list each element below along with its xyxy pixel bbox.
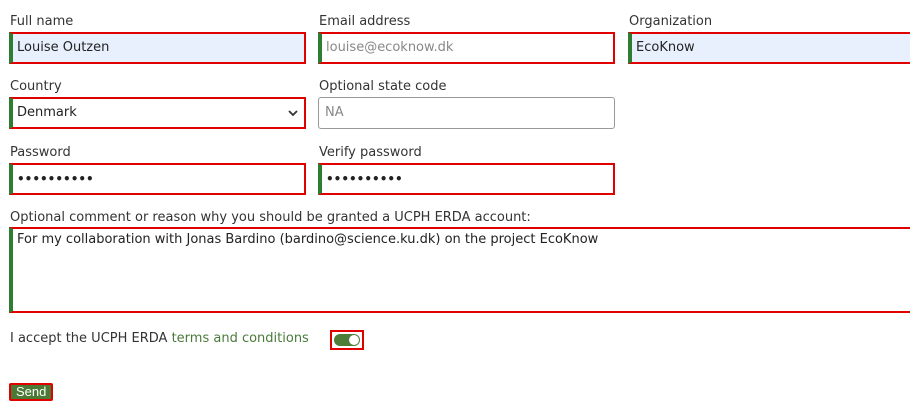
state-code-placeholder: NA — [325, 105, 344, 120]
accept-terms-row: I accept the UCPH ERDA terms and conditi… — [10, 331, 309, 349]
country-select[interactable]: Denmark — [9, 97, 306, 129]
comment-value: For my collaboration with Jonas Bardino … — [17, 232, 599, 247]
terms-and-conditions-link[interactable]: terms and conditions — [172, 331, 309, 346]
country-label: Country — [10, 79, 62, 94]
email-placeholder: louise@ecoknow.dk — [326, 40, 454, 55]
organization-input[interactable]: EcoKnow — [628, 32, 910, 64]
organization-value: EcoKnow — [636, 40, 695, 55]
country-selected-value: Denmark — [17, 105, 77, 120]
full-name-label: Full name — [10, 14, 74, 29]
toggle-knob — [349, 335, 359, 345]
email-input[interactable]: louise@ecoknow.dk — [318, 32, 615, 64]
verify-password-input[interactable]: •••••••••• — [318, 163, 615, 195]
email-label: Email address — [319, 14, 411, 29]
comment-textarea[interactable]: For my collaboration with Jonas Bardino … — [9, 227, 910, 313]
send-button[interactable]: Send — [9, 383, 54, 401]
state-code-label: Optional state code — [319, 79, 447, 94]
toggle-track — [334, 334, 360, 346]
accept-terms-toggle[interactable] — [330, 330, 364, 350]
state-code-input[interactable]: NA — [318, 97, 615, 129]
password-input[interactable]: •••••••••• — [9, 163, 306, 195]
accept-terms-text: I accept the UCPH ERDA — [10, 331, 172, 346]
password-label: Password — [10, 145, 71, 160]
organization-label: Organization — [629, 14, 713, 29]
verify-password-masked-value: •••••••••• — [326, 172, 403, 186]
full-name-input[interactable]: Louise Outzen — [9, 32, 306, 64]
full-name-value: Louise Outzen — [17, 40, 110, 55]
verify-password-label: Verify password — [319, 145, 422, 160]
password-masked-value: •••••••••• — [17, 172, 94, 186]
comment-label: Optional comment or reason why you shoul… — [10, 210, 531, 225]
chevron-down-icon — [288, 99, 298, 127]
